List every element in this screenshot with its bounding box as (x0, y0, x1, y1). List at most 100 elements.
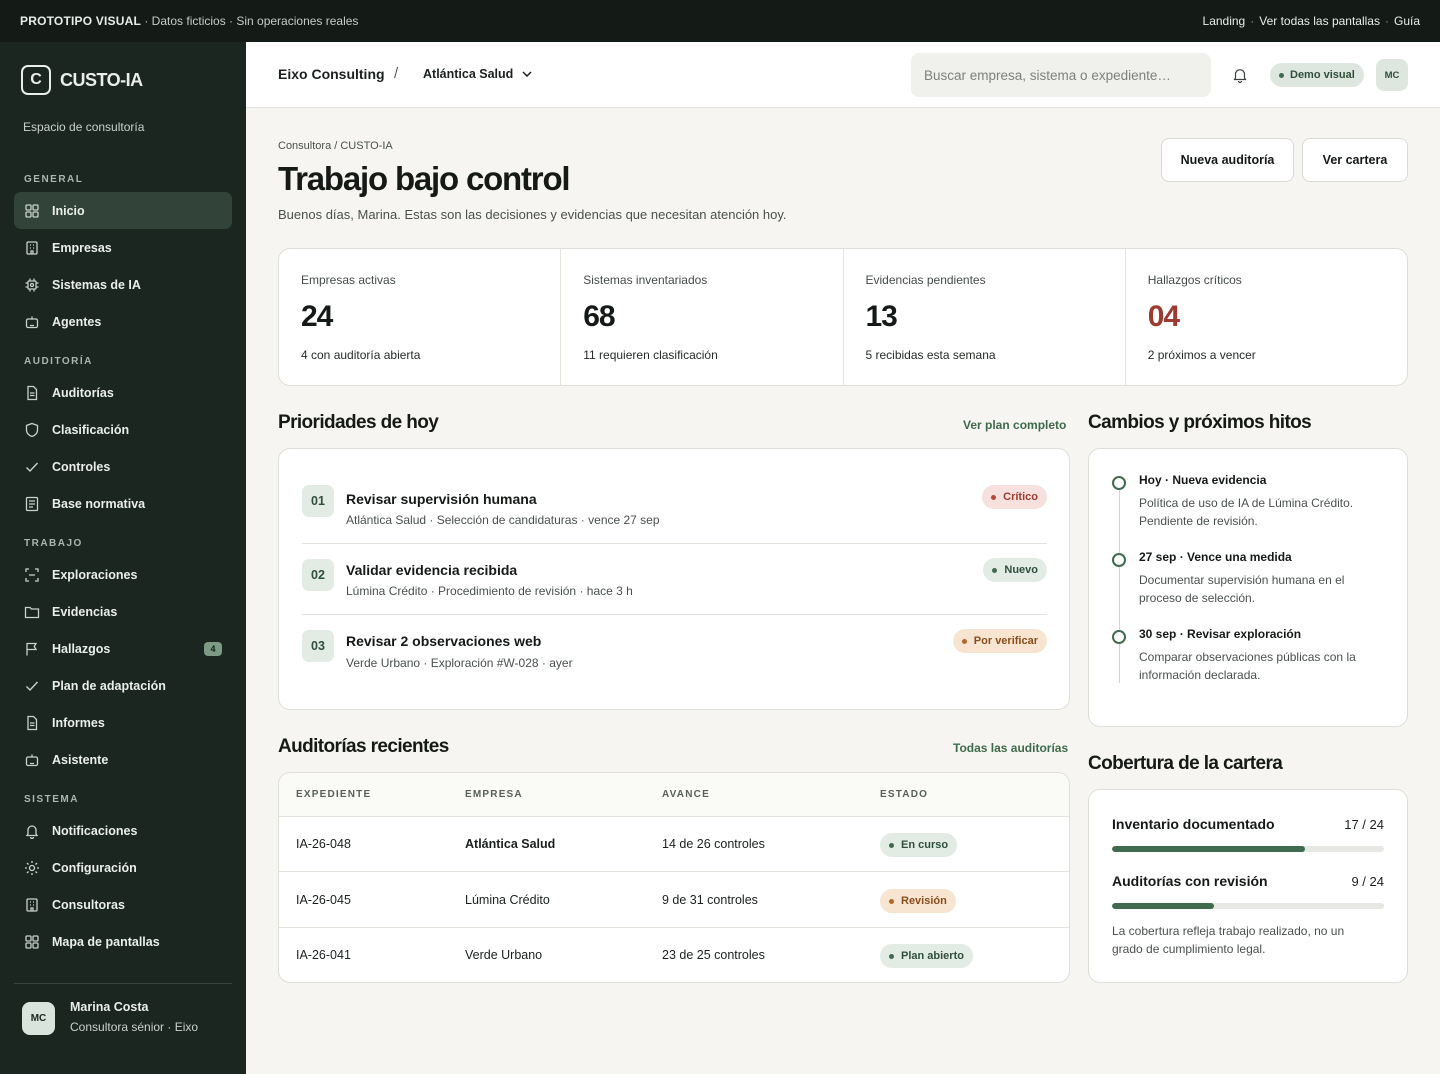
bot-icon (24, 752, 40, 768)
sidebar-item-exploraciones[interactable]: Exploraciones (14, 556, 232, 593)
stat-note: 11 requieren clasificación (583, 348, 718, 362)
table-row[interactable]: IA-26-048 Atlántica Salud 14 de 26 contr… (279, 817, 1069, 872)
sidebar-item-label: Auditorías (52, 385, 114, 400)
priorities-title: Prioridades de hoy (278, 412, 439, 433)
check-icon (24, 459, 40, 475)
view-portfolio-button[interactable]: Ver cartera (1302, 138, 1408, 182)
priority-number: 01 (302, 485, 334, 517)
sidebar-item-evidencias[interactable]: Evidencias (14, 593, 232, 630)
app-logo[interactable]: C CUSTO-IA (21, 65, 143, 95)
timeline-dot-icon (1112, 476, 1126, 490)
priority-subtitle: Verde Urbano · Exploración #W-028 · ayer (346, 656, 573, 670)
priority-item[interactable]: 03 Revisar 2 observaciones web Verde Urb… (302, 614, 1047, 685)
prototype-banner: PROTOTIPO VISUAL · Datos ficticios · Sin… (0, 0, 1440, 42)
timeline-title: 27 sep · Vence una medida (1139, 550, 1292, 564)
view-full-plan-link[interactable]: Ver plan completo (963, 418, 1066, 432)
status-dot-icon (992, 567, 998, 573)
table-row[interactable]: IA-26-041 Verde Urbano 23 de 25 controle… (279, 928, 1069, 983)
coverage-label: Auditorías con revisión (1112, 873, 1268, 889)
user-name: Marina Costa (70, 1000, 149, 1014)
status-dot-icon (961, 638, 967, 644)
banner-link-landing[interactable]: Landing (1203, 14, 1246, 28)
sidebar-item-asistente[interactable]: Asistente (14, 741, 232, 778)
status-badge-label: Por verificar (973, 635, 1038, 647)
stat-value: 13 (865, 300, 898, 333)
app-name: CUSTO-IA (60, 69, 143, 90)
stat-card[interactable]: Evidencias pendientes 13 5 recibidas est… (844, 249, 1126, 385)
demo-badge: Demo visual (1270, 63, 1364, 87)
sidebar-item-controles[interactable]: Controles (14, 448, 232, 485)
grid-icon (24, 934, 40, 950)
breadcrumb-separator: / (394, 65, 399, 82)
status-badge-label: Nuevo (1004, 564, 1038, 576)
avatar: MC (22, 1002, 55, 1035)
sidebar-item-base-normativa[interactable]: Base normativa (14, 485, 232, 522)
sidebar-item-informes[interactable]: Informes (14, 704, 232, 741)
status-dot-icon (889, 842, 894, 848)
banner-link-guide[interactable]: Guía (1394, 14, 1420, 28)
table-row[interactable]: IA-26-045 Lúmina Crédito 9 de 31 control… (279, 873, 1069, 928)
breadcrumb: Consultora / CUSTO-IA (278, 140, 393, 152)
sidebar-item-empresas[interactable]: Empresas (14, 229, 232, 266)
search-input[interactable] (911, 53, 1211, 97)
all-audits-link[interactable]: Todas las auditorías (953, 741, 1068, 755)
stats-panel: Empresas activas 24 4 con auditoría abie… (278, 248, 1408, 386)
document-icon (24, 385, 40, 401)
status-badge: Revisión (880, 889, 956, 913)
coverage-value: 17 / 24 (1344, 817, 1384, 832)
sidebar-item-inicio[interactable]: Inicio (14, 192, 232, 229)
status-badge: Plan abierto (880, 944, 973, 968)
top-header: Eixo Consulting / Atlántica Salud Demo v… (246, 42, 1440, 108)
sidebar-item-configuracion[interactable]: Configuración (14, 849, 232, 886)
bell-icon[interactable] (1231, 66, 1249, 84)
sidebar-item-consultoras[interactable]: Consultoras (14, 886, 232, 923)
org-name[interactable]: Eixo Consulting (278, 66, 385, 82)
sidebar-item-label: Sistemas de IA (52, 277, 141, 292)
column-header: EMPRESA (465, 789, 523, 800)
timeline-dot-icon (1112, 553, 1126, 567)
status-badge: Crítico (982, 485, 1047, 509)
banner-left: PROTOTIPO VISUAL · Datos ficticios · Sin… (20, 14, 358, 28)
coverage-bar-fill (1112, 846, 1305, 852)
sidebar-item-agentes[interactable]: Agentes (14, 303, 232, 340)
milestones-title: Cambios y próximos hitos (1088, 412, 1312, 433)
priority-item[interactable]: 02 Validar evidencia recibida Lúmina Cré… (302, 543, 1047, 614)
sidebar-item-plan-de-adaptacion[interactable]: Plan de adaptación (14, 667, 232, 704)
user-profile[interactable]: MC Marina Costa Consultora sénior · Eixo (14, 983, 232, 1035)
status-dot-icon (991, 494, 997, 500)
stat-card[interactable]: Empresas activas 24 4 con auditoría abie… (279, 249, 562, 385)
audits-title: Auditorías recientes (278, 736, 449, 757)
stat-card[interactable]: Sistemas inventariados 68 11 requieren c… (561, 249, 844, 385)
status-dot-icon (1279, 72, 1284, 78)
user-role: Consultora sénior · Eixo (70, 1020, 199, 1034)
sidebar-item-label: Exploraciones (52, 567, 138, 582)
sidebar-item-hallazgos[interactable]: Hallazgos 4 (14, 630, 232, 667)
stat-label: Hallazgos críticos (1147, 273, 1242, 287)
priority-subtitle: Atlántica Salud · Selección de candidatu… (346, 513, 660, 527)
sidebar-item-auditorias[interactable]: Auditorías (14, 374, 232, 411)
company-switcher[interactable]: Atlántica Salud (423, 67, 532, 81)
sidebar-item-label: Clasificación (52, 422, 130, 437)
status-dot-icon (889, 953, 894, 959)
audit-id: IA-26-045 (296, 893, 351, 907)
banner-link-screens[interactable]: Ver todas las pantallas (1259, 14, 1380, 28)
sun-gear-icon (24, 860, 40, 876)
sidebar-item-mapa-de-pantallas[interactable]: Mapa de pantallas (14, 923, 232, 960)
audits-table: EXPEDIENTE EMPRESA AVANCE ESTADO IA-26-0… (278, 772, 1070, 983)
sidebar-item-notificaciones[interactable]: Notificaciones (14, 812, 232, 849)
stat-label: Sistemas inventariados (583, 273, 708, 287)
chevron-down-icon (522, 71, 532, 77)
priority-subtitle: Lúmina Crédito · Procedimiento de revisi… (346, 584, 633, 598)
header-avatar[interactable]: MC (1376, 59, 1408, 91)
scan-icon (24, 567, 40, 583)
sidebar-item-sistemas-de-ia[interactable]: Sistemas de IA (14, 266, 232, 303)
status-badge-label: Crítico (1003, 491, 1038, 503)
sidebar-item-label: Notificaciones (52, 823, 138, 838)
company-switcher-label: Atlántica Salud (423, 67, 514, 81)
bot-icon (24, 314, 40, 330)
stat-card[interactable]: Hallazgos críticos 04 2 próximos a vence… (1126, 249, 1407, 385)
new-audit-button[interactable]: Nueva auditoría (1161, 138, 1294, 182)
stat-value: 68 (583, 300, 615, 333)
timeline-line (1119, 481, 1120, 683)
sidebar-item-clasificacion[interactable]: Clasificación (14, 411, 232, 448)
